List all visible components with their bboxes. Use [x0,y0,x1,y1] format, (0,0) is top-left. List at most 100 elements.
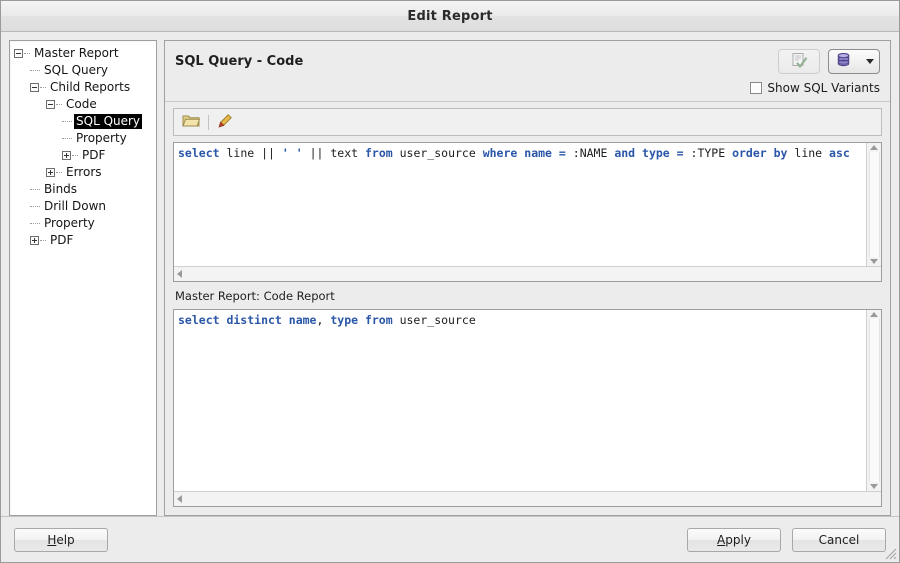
tree-item-sql-query[interactable]: SQL Query [14,62,156,79]
sql-query-horizontal-scrollbar[interactable] [174,266,881,281]
tree-item-master-report[interactable]: Master Report [14,45,156,62]
sql-query-panel: SQL Query - Code Show SQL Variants selec… [164,40,891,516]
tree-collapse-icon[interactable] [46,100,55,109]
bind-sql-text-area[interactable]: select distinct name, type from user_sou… [174,310,866,491]
sql-text: || [261,146,282,160]
tree-connector [56,103,62,106]
report-structure-tree[interactable]: Master Report SQL Query Child Reports Code S… [9,40,157,516]
sql-keyword: and [614,146,636,160]
cancel-button[interactable]: Cancel [792,527,886,552]
tree-item-drill-down[interactable]: Drill Down [14,198,156,215]
tree-item-label: Child Reports [50,80,131,94]
scroll-left-icon[interactable] [177,495,182,503]
tree-item-pdf[interactable]: PDF [14,232,156,249]
dialog-footer: Help Apply Cancel [1,516,899,562]
editor-toolbar [173,108,882,136]
sql-query-vertical-scrollbar[interactable] [866,143,881,266]
tree-item-errors[interactable]: Errors [14,164,156,181]
sql-text: , [316,313,331,327]
tree-item-pdf[interactable]: PDF [14,147,156,164]
scroll-left-icon[interactable] [177,270,182,278]
sql-keyword: select [178,146,220,160]
tree-item-code[interactable]: Code [14,96,156,113]
scroll-down-icon[interactable] [870,259,878,264]
tree-connector [30,188,40,191]
tree-expand-icon[interactable] [30,236,39,245]
show-sql-variants-row[interactable]: Show SQL Variants [750,81,880,95]
button-label: Cancel [818,532,860,547]
tree-collapse-icon[interactable] [30,83,39,92]
apply-button[interactable]: Apply [687,527,781,552]
sql-keyword: from [364,146,393,160]
tree-item-property[interactable]: Property [14,130,156,147]
editors-area: select line || ' ' || text from user_sou… [165,102,890,515]
edit-report-window: Edit Report Master Report SQL Query Child … [0,0,900,563]
tree-connector [30,69,40,72]
tree-item-label: Binds [44,182,78,196]
tree-item-child-reports[interactable]: Child Reports [14,79,156,96]
scroll-track[interactable] [868,152,880,257]
tree-connector [30,222,40,225]
bind-sql-line: select distinct name, type from user_sou… [178,313,866,328]
main-content: Master Report SQL Query Child Reports Code S… [1,32,899,516]
sql-keyword: = [676,146,684,160]
sql-query-editor[interactable]: select line || ' ' || text from user_sou… [173,142,882,282]
validate-sql-button[interactable] [778,49,820,74]
tree-expand-icon[interactable] [62,151,71,160]
sql-text: user_source [392,146,483,160]
panel-header-controls: Show SQL Variants [750,49,880,95]
pencil-icon[interactable] [217,113,233,132]
database-icon [835,52,852,72]
sql-query-editor-inner: select line || ' ' || text from user_sou… [174,143,881,266]
tree-expand-icon[interactable] [46,168,55,177]
sql-keyword: type [642,146,670,160]
secondary-editor-caption: Master Report: Code Report [175,289,335,303]
tree-item-label: PDF [50,233,74,247]
sql-query-text-area[interactable]: select line || ' ' || text from user_sou… [174,143,866,266]
bind-sql-vertical-scrollbar[interactable] [866,310,881,491]
tree-item-label: Drill Down [44,199,106,213]
tree-connector [30,205,40,208]
tree-connector [40,86,46,89]
tree-connector [40,239,46,242]
tree-item-label: Master Report [34,46,119,60]
tree-item-label: PDF [82,148,106,162]
tree-collapse-icon[interactable] [14,49,23,58]
help-button[interactable]: Help [14,527,108,552]
bind-sql-editor[interactable]: select distinct name, type from user_sou… [173,309,882,507]
sql-text: :NAME [565,146,615,160]
sql-text: :TYPE [683,146,733,160]
scroll-up-icon[interactable] [870,145,878,150]
tree-item-label: SQL Query [74,114,143,129]
sql-keyword: = [558,146,566,160]
sql-keyword: select distinct name [178,313,317,327]
scroll-track[interactable] [868,319,880,482]
open-folder-icon[interactable] [182,113,201,131]
sql-keyword: order by [732,146,788,160]
tree-item-binds[interactable]: Binds [14,181,156,198]
scroll-up-icon[interactable] [870,312,878,317]
bind-sql-horizontal-scrollbar[interactable] [174,491,881,506]
tree-item-property[interactable]: Property [14,215,156,232]
page-title: SQL Query - Code [175,54,304,69]
database-selector-button[interactable] [828,49,880,74]
sql-keyword: where [482,146,518,160]
show-sql-variants-checkbox[interactable] [750,82,763,94]
scroll-down-icon[interactable] [870,484,878,489]
tree-item-label: Errors [66,165,102,179]
resize-grip-icon[interactable] [885,548,897,560]
tree-item-label: Property [76,131,127,145]
window-title: Edit Report [407,8,493,24]
sql-text: line [787,146,830,160]
tree-item-sql-query[interactable]: SQL Query [14,113,156,130]
